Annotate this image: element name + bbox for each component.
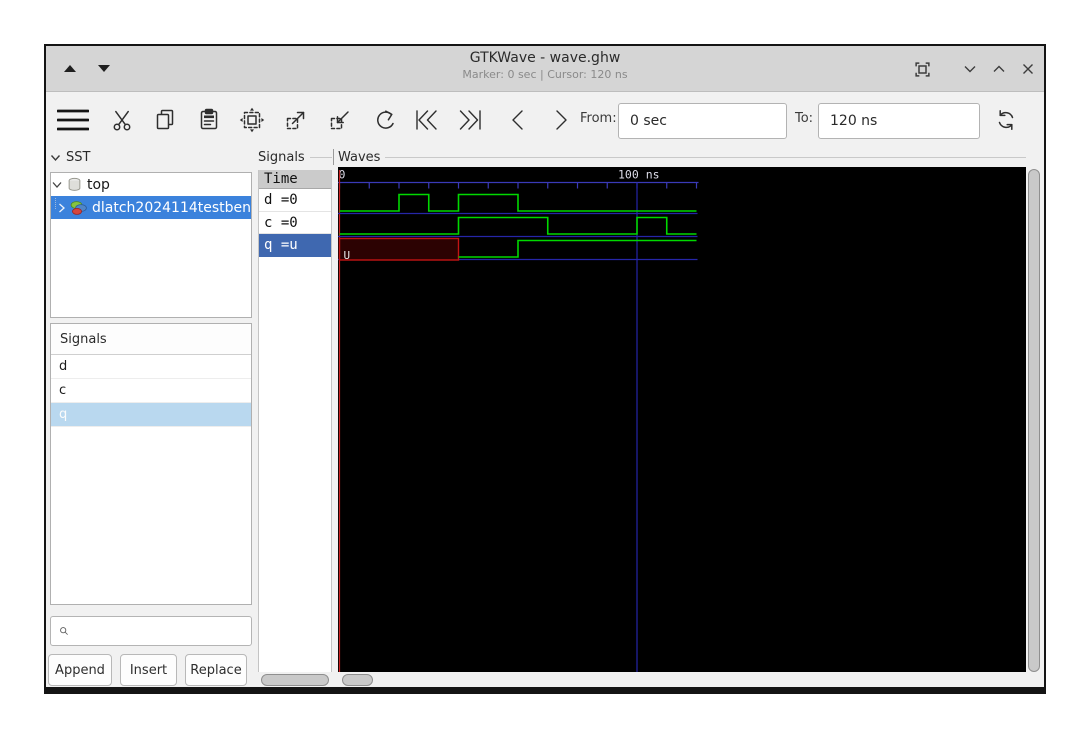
waveform-svg: 0 100 nsU bbox=[338, 168, 699, 672]
waves-hscrollbar[interactable] bbox=[342, 674, 373, 686]
to-label: To: bbox=[795, 111, 814, 126]
step-right-icon bbox=[556, 110, 567, 130]
minimize-icon[interactable] bbox=[960, 59, 980, 79]
signal-search-panel: Signals dcq bbox=[50, 323, 252, 605]
zoom-in-icon bbox=[330, 111, 349, 130]
signal-list-item-q[interactable]: q bbox=[51, 403, 251, 427]
marker-cursor-status: Marker: 0 sec | Cursor: 120 ns bbox=[462, 68, 628, 81]
wave-canvas[interactable]: 0 100 ns U bbox=[338, 167, 1026, 672]
paste-button[interactable] bbox=[192, 103, 226, 137]
pane-splitter[interactable] bbox=[333, 149, 334, 165]
seek-end-icon bbox=[459, 110, 481, 130]
signal-name-row-c[interactable]: c =0 bbox=[259, 212, 331, 234]
zoom-out-icon bbox=[286, 111, 305, 130]
tree-item-top[interactable]: top bbox=[51, 173, 251, 196]
titlebar: GTKWave - wave.ghw Marker: 0 sec | Curso… bbox=[46, 46, 1044, 92]
svg-text:U: U bbox=[344, 249, 351, 262]
tree-guide bbox=[55, 197, 56, 209]
toolbar: From: To: bbox=[46, 93, 1044, 148]
tree-item-dlatch2024114testbench[interactable]: dlatch2024114testbench bbox=[51, 196, 251, 219]
chevron-down-icon[interactable] bbox=[50, 154, 61, 162]
signal-list-item-d[interactable]: d bbox=[51, 355, 251, 379]
signal-action-buttons: Append Insert Replace bbox=[48, 654, 247, 686]
undo-icon bbox=[377, 110, 394, 129]
gtkwave-window: GTKWave - wave.ghw Marker: 0 sec | Curso… bbox=[44, 44, 1046, 694]
signal-list-item-c[interactable]: c bbox=[51, 379, 251, 403]
waves-header: Waves bbox=[338, 150, 1026, 165]
from-input[interactable] bbox=[618, 103, 787, 139]
insert-button[interactable]: Insert bbox=[120, 654, 177, 686]
replace-button[interactable]: Replace bbox=[185, 654, 247, 686]
step-left-icon bbox=[512, 110, 523, 130]
copy-button[interactable] bbox=[148, 103, 182, 137]
signal-name-row-d[interactable]: d =0 bbox=[259, 189, 331, 212]
seek-end-button[interactable] bbox=[453, 103, 487, 137]
svg-text:100 ns: 100 ns bbox=[618, 168, 660, 182]
fullscreen-icon[interactable] bbox=[912, 59, 932, 79]
module-icon bbox=[70, 200, 87, 216]
search-input[interactable] bbox=[69, 617, 251, 645]
tree-item-label: dlatch2024114testbench bbox=[92, 199, 251, 216]
zoom-out-button[interactable] bbox=[279, 103, 313, 137]
menu-button[interactable] bbox=[56, 103, 90, 137]
menu-icon bbox=[57, 109, 89, 131]
window-title: GTKWave - wave.ghw bbox=[469, 50, 621, 66]
reload-button[interactable] bbox=[989, 103, 1023, 137]
seek-start-icon bbox=[416, 110, 437, 130]
expander-down-icon[interactable] bbox=[51, 181, 63, 189]
waves-vscrollbar[interactable] bbox=[1028, 169, 1040, 672]
paste-icon bbox=[200, 108, 218, 130]
cut-button[interactable] bbox=[105, 103, 139, 137]
undo-button[interactable] bbox=[367, 103, 401, 137]
tree-item-label: top bbox=[87, 176, 110, 193]
signal-search-header: Signals bbox=[51, 324, 251, 355]
append-button[interactable]: Append bbox=[48, 654, 112, 686]
zoom-fit-button[interactable] bbox=[235, 103, 269, 137]
step-right-button[interactable] bbox=[544, 103, 578, 137]
time-header: Time bbox=[259, 170, 331, 189]
signal-names-list: Time d =0 c =0 q =u bbox=[258, 170, 332, 672]
to-input[interactable] bbox=[818, 103, 980, 139]
signal-search-box bbox=[50, 616, 252, 646]
signal-name-row-q[interactable]: q =u bbox=[259, 234, 331, 257]
close-icon[interactable] bbox=[1018, 59, 1038, 79]
magnifier-icon bbox=[60, 627, 68, 635]
names-hscrollbar[interactable] bbox=[261, 674, 329, 686]
from-label: From: bbox=[580, 111, 617, 126]
step-left-button[interactable] bbox=[501, 103, 535, 137]
sst-tree: top dlatch2024114testbench bbox=[50, 172, 252, 318]
database-icon bbox=[67, 177, 82, 192]
copy-icon bbox=[156, 109, 174, 130]
signals-column-header: Signals bbox=[258, 150, 332, 165]
zoom-fit-icon bbox=[239, 107, 265, 133]
maximize-icon[interactable] bbox=[989, 59, 1009, 79]
seek-start-button[interactable] bbox=[410, 103, 444, 137]
cut-icon bbox=[113, 110, 131, 131]
zoom-in-button[interactable] bbox=[323, 103, 357, 137]
expander-right-icon[interactable] bbox=[58, 203, 66, 213]
reload-icon bbox=[998, 110, 1014, 130]
sst-header: SST bbox=[50, 150, 120, 165]
